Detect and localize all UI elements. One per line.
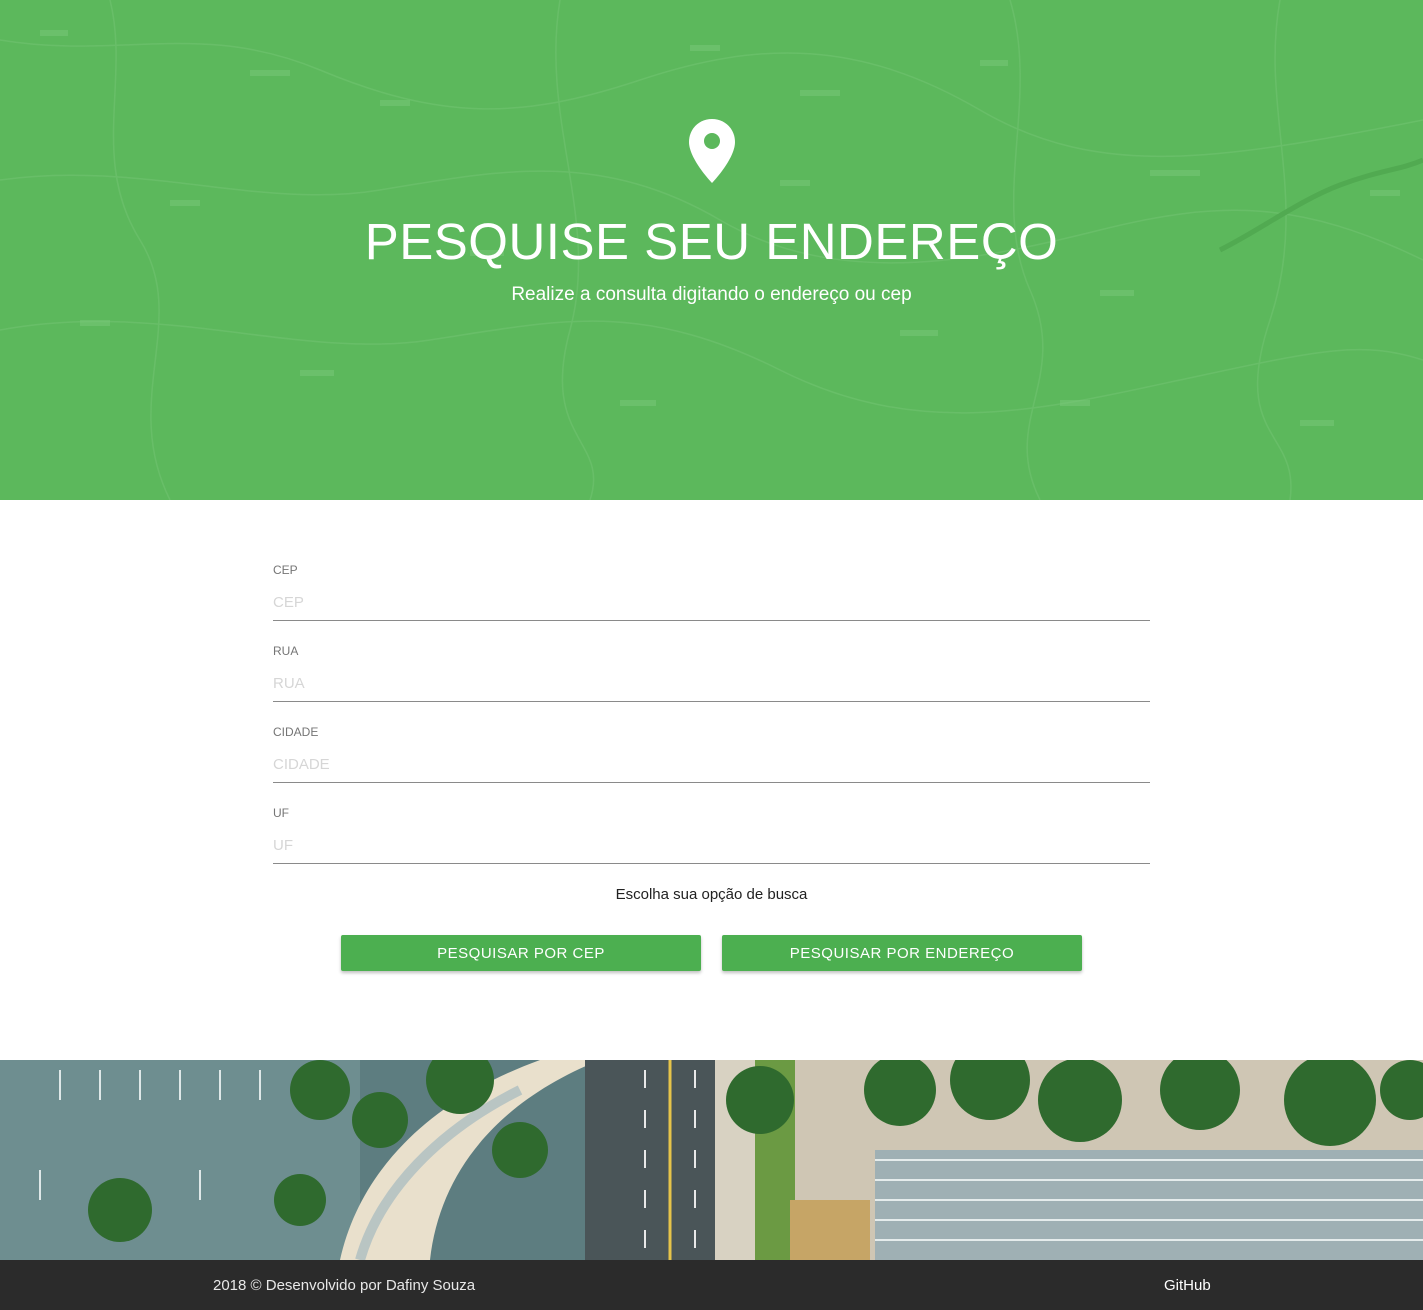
aerial-illustration [0,1060,1423,1260]
cep-label: CEP [273,563,298,577]
state-field: UF [273,803,1150,884]
aerial-city-image [0,1060,1423,1260]
street-input[interactable] [273,665,1150,702]
footer: 2018 © Desenvolvido por Dafiny Souza Git… [0,1260,1423,1310]
cep-field: CEP [273,560,1150,641]
address-search-form: CEP RUA CIDADE UF [273,560,1150,884]
search-by-cep-button[interactable]: PESQUISAR POR CEP [341,935,701,971]
cep-input[interactable] [273,584,1150,621]
hero-banner: PESQUISE SEU ENDEREÇO Realize a consulta… [0,0,1423,500]
page-subtitle: Realize a consulta digitando o endereço … [511,284,912,305]
street-field: RUA [273,641,1150,722]
city-input[interactable] [273,746,1150,783]
city-label: CIDADE [273,725,319,739]
github-link[interactable]: GitHub [1164,1277,1211,1294]
page-title: PESQUISE SEU ENDEREÇO [364,213,1059,270]
state-label: UF [273,806,289,820]
copyright-text: 2018 © Desenvolvido por Dafiny Souza [213,1277,476,1294]
search-by-address-button[interactable]: PESQUISAR POR ENDEREÇO [722,935,1082,971]
search-option-prompt: Escolha sua opção de busca [615,886,808,903]
street-label: RUA [273,644,299,658]
map-pin-icon [689,119,735,183]
city-field: CIDADE [273,722,1150,803]
state-input[interactable] [273,827,1150,864]
